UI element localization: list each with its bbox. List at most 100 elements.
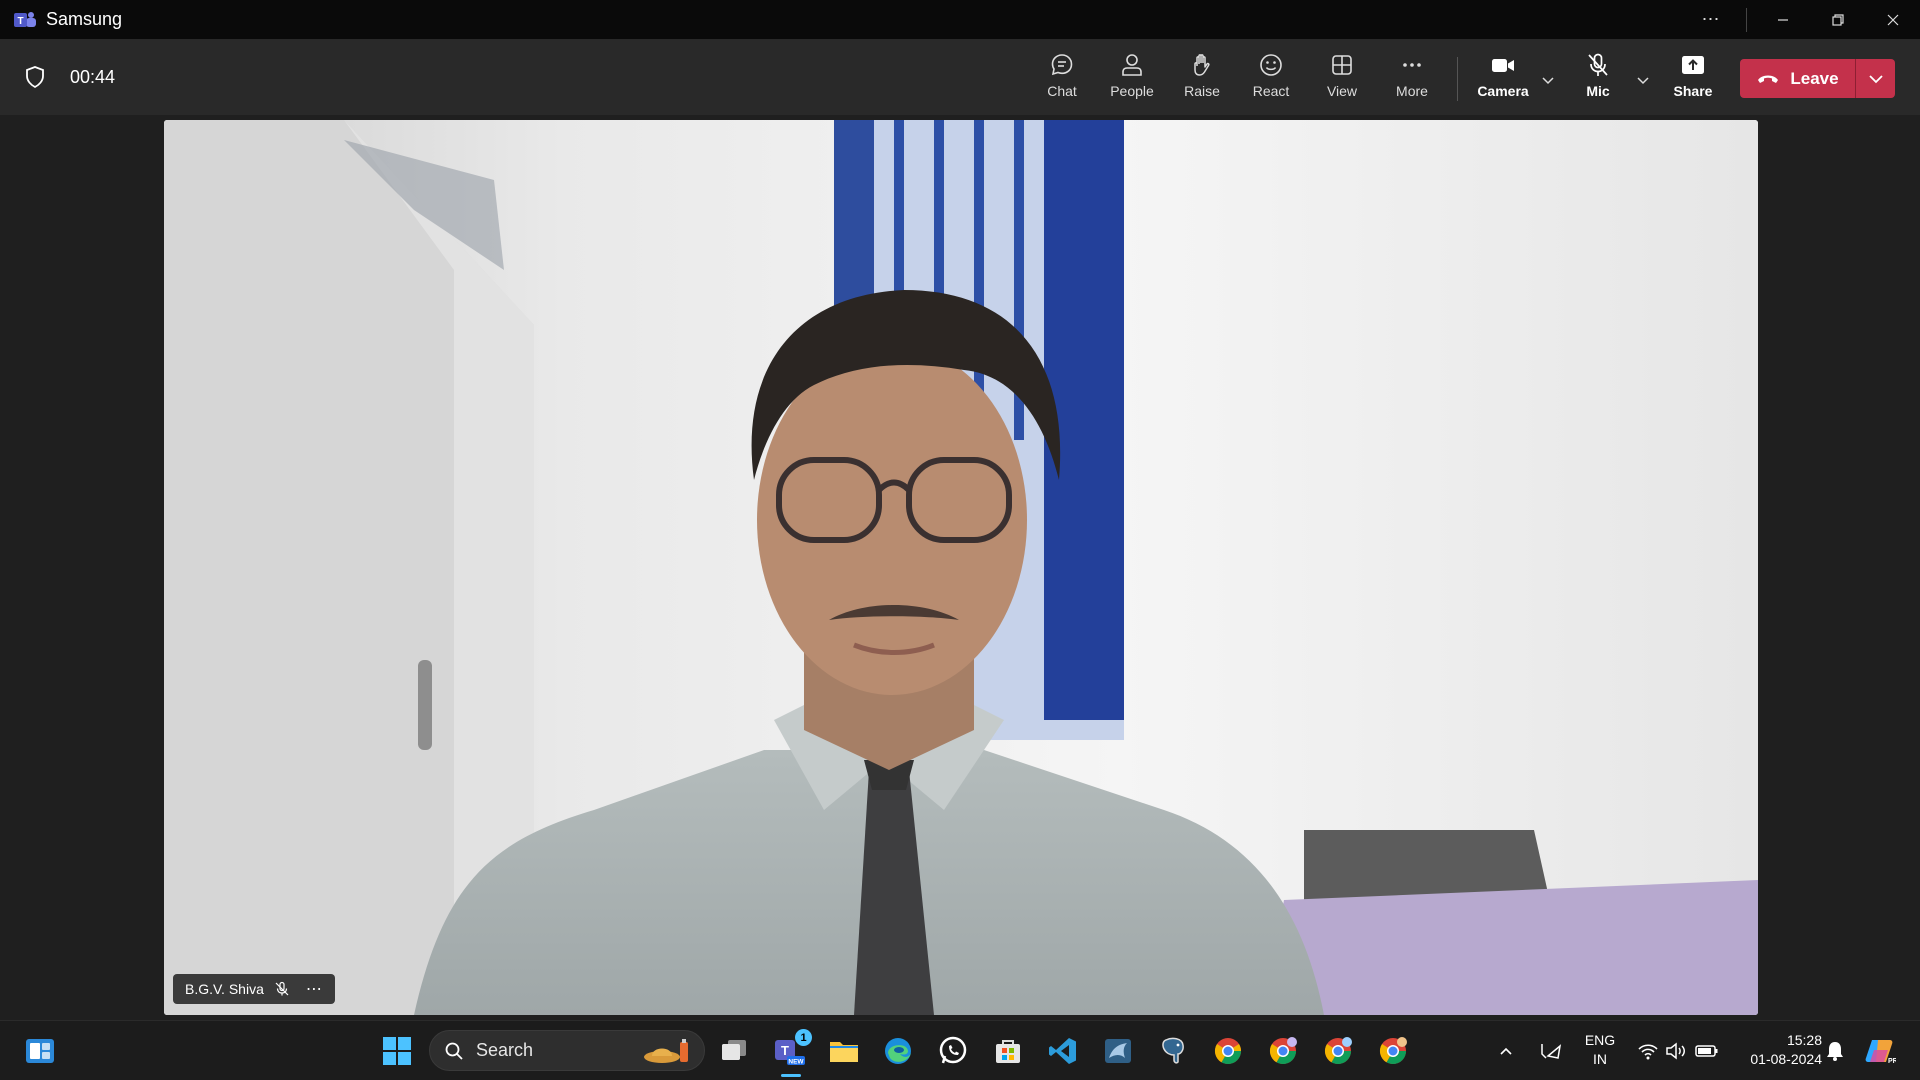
raise-hand-button[interactable]: Raise: [1169, 51, 1235, 107]
share-label: Share: [1673, 83, 1713, 99]
more-button[interactable]: More: [1379, 51, 1445, 107]
volume-button[interactable]: [1662, 1033, 1690, 1069]
share-button[interactable]: Share: [1660, 51, 1726, 107]
participant-name: B.G.V. Shiva: [185, 981, 264, 997]
chrome-profile-icon: [1379, 1037, 1407, 1065]
mic-off-icon: [1588, 53, 1608, 76]
start-button[interactable]: [379, 1033, 415, 1069]
react-button[interactable]: React: [1238, 51, 1304, 107]
task-view-button[interactable]: [716, 1033, 752, 1069]
meeting-timer: 00:44: [70, 67, 116, 87]
view-label: View: [1326, 83, 1358, 99]
search-icon: [445, 1042, 463, 1060]
vscode-button[interactable]: [1045, 1033, 1081, 1069]
chat-label: Chat: [1047, 83, 1077, 99]
taskbar-search[interactable]: Search: [429, 1030, 705, 1071]
language-indicator[interactable]: ENG IN: [1578, 1031, 1622, 1069]
leave-button[interactable]: Leave: [1740, 59, 1855, 98]
pen-location-icon: [1541, 1044, 1562, 1059]
task-view-icon: [722, 1040, 746, 1060]
chevron-up-icon: [1500, 1047, 1512, 1055]
people-button[interactable]: People: [1099, 51, 1165, 107]
location-status-button[interactable]: [1536, 1033, 1566, 1069]
windows-taskbar: Search T NEW 1 ENG IN 15:28 01-08-2024 P…: [0, 1020, 1920, 1080]
teams-taskbar-button[interactable]: T NEW 1: [772, 1029, 812, 1069]
teams-icon: T: [14, 11, 36, 29]
edge-browser-icon: [885, 1038, 911, 1064]
more-dots-icon: [1403, 63, 1421, 67]
chrome-button-4[interactable]: [1375, 1033, 1411, 1069]
participant-name-tag: B.G.V. Shiva ⋯: [173, 974, 335, 1004]
view-button[interactable]: View: [1309, 51, 1375, 107]
meeting-stage: B.G.V. Shiva ⋯: [0, 115, 1920, 1020]
windows-start-icon: [383, 1037, 411, 1065]
participant-more-icon[interactable]: ⋯: [306, 979, 323, 999]
svg-text:PRE: PRE: [1888, 1058, 1896, 1065]
title-divider: [1746, 7, 1747, 32]
whatsapp-button[interactable]: [935, 1033, 971, 1069]
search-label: Search: [476, 1040, 534, 1060]
raise-hand-icon: [1194, 54, 1210, 76]
edge-button[interactable]: [880, 1033, 916, 1069]
speaker-icon: [1666, 1042, 1685, 1060]
leave-options-button[interactable]: [1856, 59, 1895, 98]
meeting-toolbar: 00:44 Chat People Raise React View More …: [0, 39, 1920, 115]
close-icon: [1887, 14, 1898, 25]
participant-video[interactable]: B.G.V. Shiva ⋯: [164, 120, 1758, 1015]
widgets-button[interactable]: [22, 1033, 58, 1069]
hang-up-icon: [1758, 75, 1779, 83]
chevron-down-icon: [1868, 74, 1883, 83]
mic-button[interactable]: Mic: [1565, 51, 1631, 107]
mic-options-chevron-icon[interactable]: [1632, 69, 1654, 91]
chrome-profile-icon: [1324, 1037, 1352, 1065]
restore-button[interactable]: [1810, 0, 1865, 39]
camera-button[interactable]: Camera: [1470, 51, 1536, 107]
webcam-feed-image: [164, 120, 1758, 1015]
svg-text:T: T: [781, 1043, 789, 1058]
minimize-button[interactable]: [1755, 0, 1810, 39]
window-title: Samsung: [46, 9, 123, 29]
notifications-button[interactable]: [1820, 1033, 1850, 1069]
wifi-button[interactable]: [1634, 1033, 1662, 1069]
copilot-button[interactable]: PRE: [1862, 1033, 1898, 1069]
camera-label: Camera: [1477, 83, 1529, 99]
folder-icon: [830, 1042, 858, 1062]
clock[interactable]: 15:28 01-08-2024: [1732, 1031, 1822, 1069]
chrome-profile-icon: [1269, 1037, 1297, 1065]
postgresql-button[interactable]: [1155, 1033, 1191, 1069]
camera-options-chevron-icon[interactable]: [1537, 69, 1559, 91]
vscode-icon: [1049, 1038, 1076, 1064]
chrome-icon: [1214, 1038, 1242, 1065]
window-more-button[interactable]: ⋯: [1683, 0, 1738, 39]
title-bar: T Samsung ⋯: [0, 0, 1920, 39]
mysql-workbench-button[interactable]: [1100, 1033, 1136, 1069]
share-icon: [1682, 56, 1704, 74]
language-top: ENG: [1584, 1032, 1616, 1048]
mic-label: Mic: [1586, 83, 1610, 99]
close-button[interactable]: [1865, 0, 1920, 39]
people-icon: [1122, 54, 1142, 76]
show-hidden-icons-button[interactable]: [1494, 1033, 1518, 1069]
microsoft-store-button[interactable]: [990, 1033, 1026, 1069]
chrome-button-3[interactable]: [1320, 1033, 1356, 1069]
restore-icon: [1831, 13, 1844, 26]
language-bottom: IN: [1593, 1051, 1607, 1067]
leave-button-group: Leave: [1740, 59, 1895, 98]
battery-button[interactable]: [1692, 1033, 1722, 1069]
file-explorer-button[interactable]: [826, 1033, 862, 1069]
chat-icon: [1051, 54, 1073, 76]
smiley-icon: [1260, 54, 1282, 76]
svg-text:NEW: NEW: [788, 1059, 804, 1066]
shield-icon[interactable]: [24, 65, 46, 89]
chrome-button-1[interactable]: [1210, 1033, 1246, 1069]
battery-icon: [1695, 1045, 1718, 1057]
leave-label: Leave: [1790, 68, 1839, 88]
minimize-icon: [1777, 18, 1788, 21]
chrome-button-2[interactable]: [1265, 1033, 1301, 1069]
clock-time: 15:28: [1786, 1032, 1822, 1048]
bell-icon: [1827, 1042, 1843, 1061]
teams-active-indicator: [781, 1074, 801, 1077]
postgresql-elephant-icon: [1162, 1037, 1184, 1064]
chat-button[interactable]: Chat: [1029, 51, 1095, 107]
mysql-workbench-icon: [1105, 1039, 1131, 1063]
